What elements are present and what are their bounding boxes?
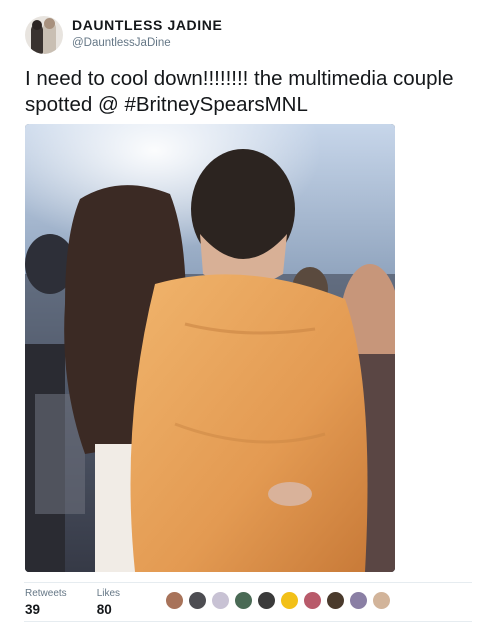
liker-avatar-2[interactable] bbox=[188, 591, 207, 610]
liker-avatar-9[interactable] bbox=[349, 591, 368, 610]
retweets-label: Retweets bbox=[25, 588, 67, 599]
liker-avatar-1[interactable] bbox=[165, 591, 184, 610]
liker-avatar-3[interactable] bbox=[211, 591, 230, 610]
tweet-stats: Retweets 39 Likes 80 bbox=[25, 588, 150, 617]
stats-divider-top bbox=[24, 582, 472, 583]
tweet-header: DAUNTLESS JADINE @DauntlessJaDine bbox=[25, 16, 222, 54]
liker-avatar-5[interactable] bbox=[257, 591, 276, 610]
concert-couple-image bbox=[25, 124, 395, 572]
avatar-head-right bbox=[44, 18, 55, 29]
tweet-photo[interactable] bbox=[25, 124, 395, 572]
liker-avatar-6[interactable] bbox=[280, 591, 299, 610]
likes-stat[interactable]: Likes 80 bbox=[97, 588, 120, 617]
liker-avatar-8[interactable] bbox=[326, 591, 345, 610]
author-display-name[interactable]: DAUNTLESS JADINE bbox=[72, 17, 222, 33]
author-handle[interactable]: @DauntlessJaDine bbox=[72, 37, 222, 49]
author-names: DAUNTLESS JADINE @DauntlessJaDine bbox=[72, 17, 222, 49]
liker-avatar-7[interactable] bbox=[303, 591, 322, 610]
liker-avatar-4[interactable] bbox=[234, 591, 253, 610]
profile-avatar[interactable] bbox=[25, 16, 63, 54]
tweet-text: I need to cool down!!!!!!!! the multimed… bbox=[25, 67, 454, 116]
retweets-count: 39 bbox=[25, 602, 41, 617]
stats-divider-bottom bbox=[24, 621, 472, 622]
liker-avatar-10[interactable] bbox=[372, 591, 391, 610]
retweets-stat[interactable]: Retweets 39 bbox=[25, 588, 67, 617]
liker-avatars bbox=[165, 591, 395, 610]
likes-count: 80 bbox=[96, 602, 112, 617]
avatar-head-left bbox=[32, 20, 42, 30]
likes-label: Likes bbox=[96, 588, 121, 599]
